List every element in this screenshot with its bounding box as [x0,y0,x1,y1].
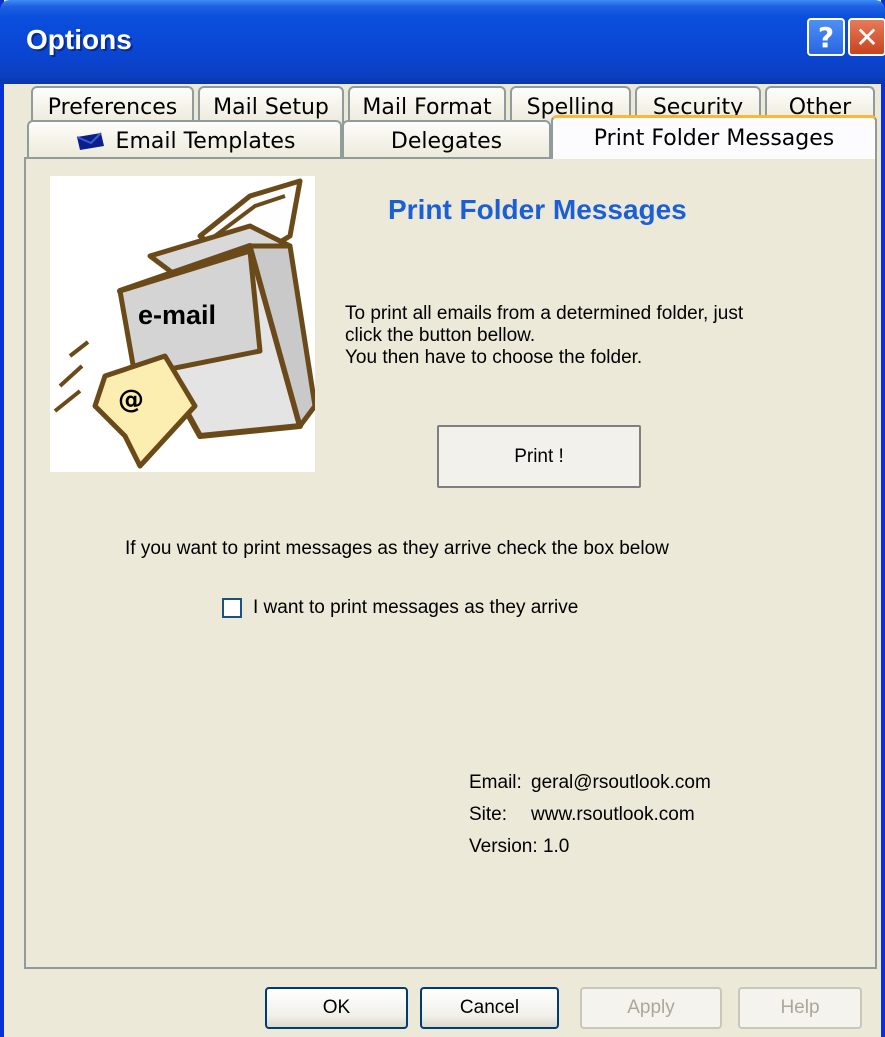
tab-label: Delegates [390,128,503,154]
close-icon: ✕ [855,20,879,54]
print-button[interactable]: Print ! [437,425,641,488]
auto-print-checkbox-label[interactable]: I want to print messages as they arrive [253,597,578,619]
tab-print-folder-messages[interactable]: Print Folder Messages [551,115,877,159]
version-value: 1.0 [542,836,570,857]
tab-email-templates[interactable]: Email Templates [27,120,342,160]
envelope-icon [76,132,104,150]
description-line: click the button bellow. [345,325,536,346]
apply-button[interactable]: Apply [580,987,722,1029]
site-value: www.rsoutlook.com [531,804,695,825]
close-button[interactable]: ✕ [848,18,885,56]
ok-label: OK [322,997,351,1018]
email-label-art: e-mail [138,300,216,330]
window-title: Options [26,24,132,55]
description-text: To print all emails from a determined fo… [345,303,815,369]
cancel-button[interactable]: Cancel [420,987,559,1029]
auto-print-checkbox[interactable] [222,598,242,618]
description-line: You then have to choose the folder. [345,347,643,368]
cancel-label: Cancel [459,997,520,1018]
tab-delegates[interactable]: Delegates [342,120,551,160]
tab-label: Mail Setup [213,94,329,120]
apply-label: Apply [627,997,675,1018]
tab-label: Email Templates [115,128,296,154]
auto-print-hint: If you want to print messages as they ar… [125,538,669,559]
description-line: To print all emails from a determined fo… [345,303,744,324]
tab-label: Preferences [47,94,178,120]
email-value: geral@rsoutlook.com [531,772,711,793]
printer-email-illustration: e-mail @ [50,176,318,472]
ok-button[interactable]: OK [265,987,408,1029]
help-title-button[interactable]: ? [807,18,845,56]
contact-info: Email: geral@rsoutlook.com Site: www.rsout… [469,767,711,863]
svg-text:@: @ [118,385,144,415]
email-label: Email: [469,772,522,793]
help-label: Help [780,997,820,1018]
question-mark-icon: ? [817,20,835,54]
title-bar[interactable]: Options ? ✕ [0,0,885,84]
version-label: Version: [469,836,538,857]
site-label: Site: [469,804,508,825]
section-heading: Print Folder Messages [388,194,687,225]
help-button[interactable]: Help [738,987,862,1029]
tab-label: Mail Format [362,94,492,120]
print-button-label: Print ! [514,445,564,467]
tab-label: Print Folder Messages [593,126,835,151]
